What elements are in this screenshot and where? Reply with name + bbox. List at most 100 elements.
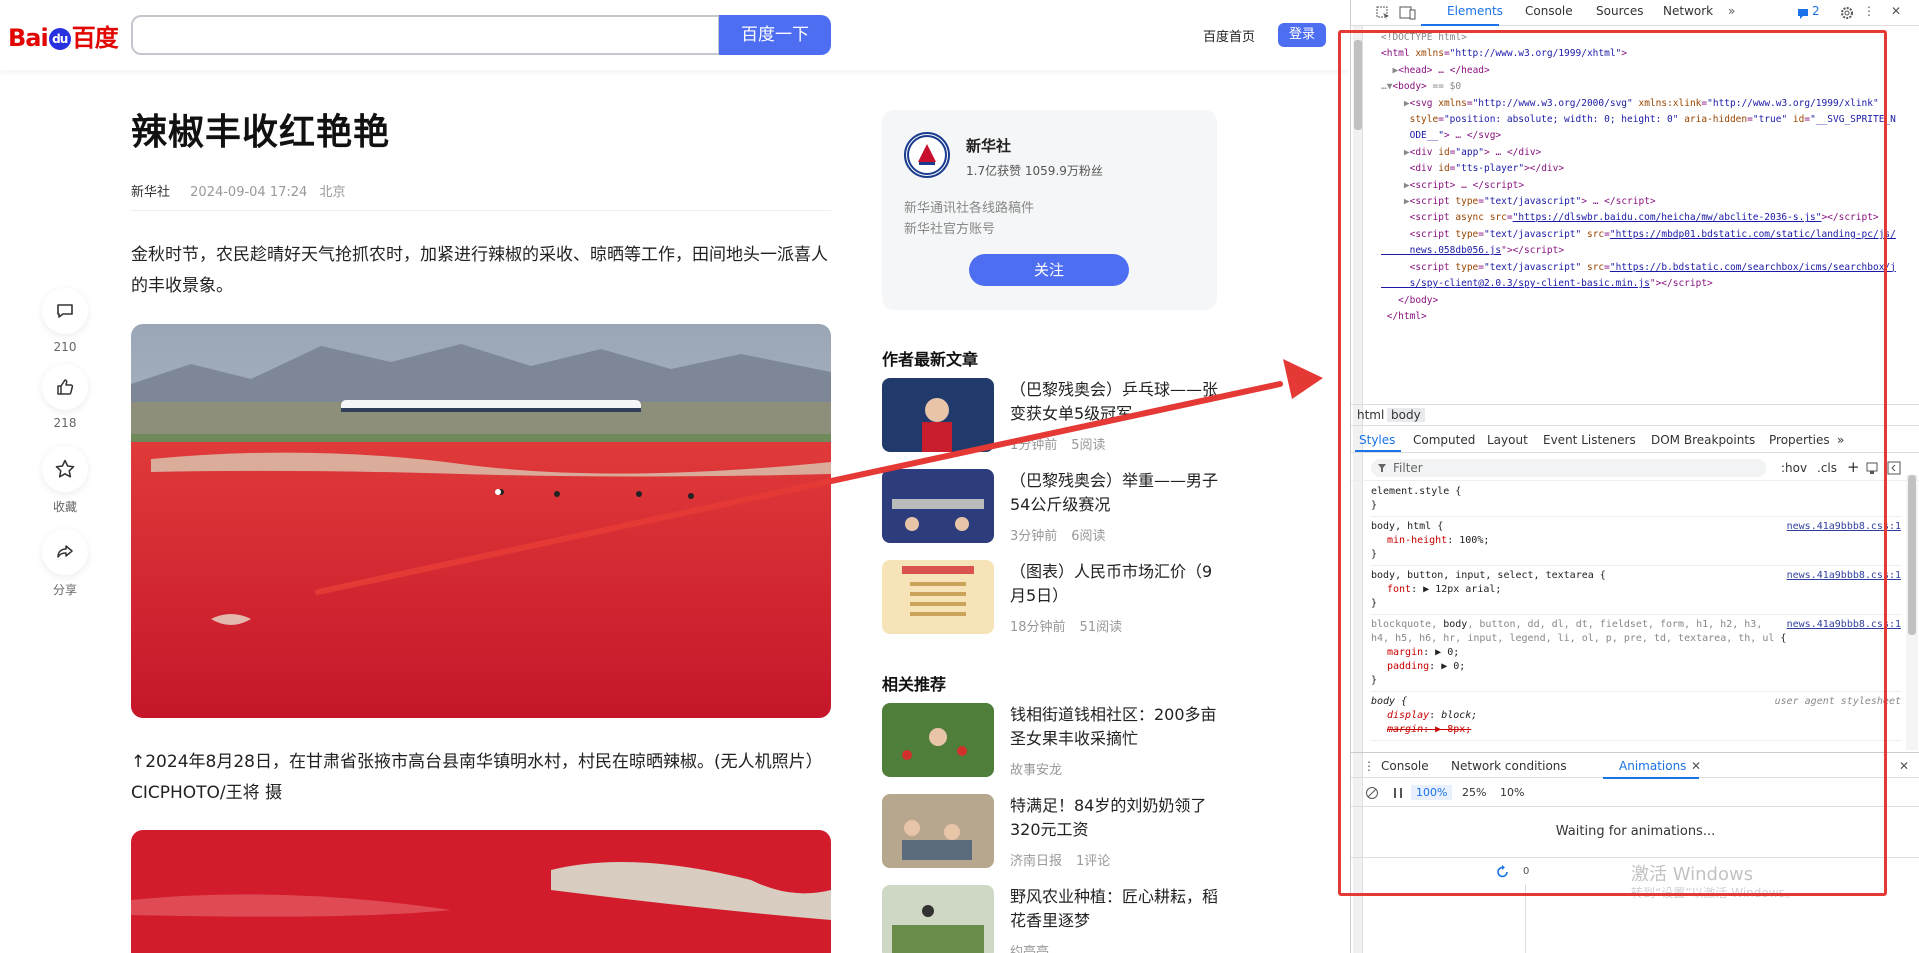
speed-25[interactable]: 25% (1457, 785, 1491, 800)
top-bar: Bai du 百度 百度一下 百度首页 登录 (0, 0, 1350, 70)
related-article-title[interactable]: 特满足！84岁的刘奶奶领了320元工资 (1010, 794, 1225, 842)
baidu-logo[interactable]: Bai du 百度 (8, 18, 119, 53)
latest-article-item[interactable]: （图表）人民币市场汇价（9月5日） 18分钟前 51阅读 (882, 560, 1227, 638)
related-article-title[interactable]: 野风农业种植：匠心耕耘，稻花香里逐梦 (1010, 885, 1225, 933)
close-drawer-icon[interactable]: ✕ (1899, 759, 1909, 773)
article-location: 北京 (319, 185, 346, 200)
related-recommend-title: 相关推荐 (882, 675, 947, 694)
article-thumbnail (882, 378, 994, 452)
computed-sidebar-icon[interactable] (1887, 461, 1901, 475)
search-input[interactable] (131, 15, 720, 55)
hov-toggle[interactable]: :hov (1781, 461, 1807, 475)
page-scrollbar[interactable] (1353, 26, 1363, 953)
latest-article-title[interactable]: （图表）人民币市场汇价（9月5日） (1010, 560, 1225, 608)
breadcrumb-html[interactable]: html (1357, 408, 1384, 422)
inspect-element-icon[interactable] (1375, 5, 1391, 21)
favorite-action[interactable]: 收藏 (42, 446, 88, 515)
article-paragraph: 金秋时节，农民趁晴好天气抢抓农时，加紧进行辣椒的采收、晾晒等工作，田间地头一派喜… (131, 245, 828, 296)
subtab-layout[interactable]: Layout (1487, 433, 1528, 447)
drawer-menu-icon[interactable]: ⋮ (1363, 759, 1375, 773)
issues-count[interactable]: 2 (1812, 4, 1820, 18)
css-source-link[interactable]: news.41a9bbb8.css:1 (1787, 520, 1901, 534)
subtab-computed[interactable]: Computed (1413, 433, 1475, 447)
drawer-tab-bar: ⋮ Console Network conditions Animations … (1351, 752, 1919, 779)
latest-article-title[interactable]: （巴黎残奥会）举重——男子54公斤级赛况 (1010, 469, 1225, 517)
latest-article-meta: 3分钟前 6阅读 (1010, 529, 1106, 544)
css-source-link[interactable]: news.41a9bbb8.css:1 (1787, 569, 1901, 583)
tab-sources[interactable]: Sources (1596, 4, 1643, 18)
styles-scrollbar-thumb[interactable] (1908, 475, 1916, 635)
related-article-item[interactable]: 特满足！84岁的刘奶奶领了320元工资 济南日报 1评论 (882, 794, 1227, 872)
color-format-icon[interactable] (1865, 461, 1879, 475)
css-rule-user-agent[interactable]: user agent stylesheet body {display: blo… (1371, 692, 1901, 741)
login-button[interactable]: 登录 (1278, 23, 1326, 47)
share-action[interactable]: 分享 (42, 529, 88, 598)
related-article-meta: 故事安龙 (1010, 763, 1063, 778)
latest-article-item[interactable]: （巴黎残奥会）举重——男子54公斤级赛况 3分钟前 6阅读 (882, 469, 1227, 547)
related-article-title[interactable]: 钱相街道钱相社区：200多亩圣女果丰收采摘忙 (1010, 703, 1225, 751)
search-button[interactable]: 百度一下 (719, 15, 831, 55)
like-button[interactable] (42, 364, 88, 410)
baidu-home-link[interactable]: 百度首页 (1203, 26, 1255, 45)
latest-article-meta: 1分钟前 5阅读 (1010, 438, 1106, 453)
drawer-tab-console[interactable]: Console (1381, 759, 1429, 773)
tab-network[interactable]: Network (1663, 4, 1713, 18)
author-avatar[interactable] (904, 132, 950, 178)
more-options-icon[interactable]: ⋮ (1863, 4, 1875, 18)
speed-10[interactable]: 10% (1495, 785, 1529, 800)
article-thumbnail (882, 703, 994, 777)
subtab-event-listeners[interactable]: Event Listeners (1543, 433, 1636, 447)
comment-action[interactable]: 210 (42, 288, 88, 354)
article-thumbnail (882, 794, 994, 868)
tab-elements[interactable]: Elements (1447, 4, 1503, 18)
follow-button[interactable]: 关注 (969, 254, 1129, 286)
css-rules-list[interactable]: element.style {} news.41a9bbb8.css:1 bod… (1371, 482, 1901, 741)
share-button[interactable] (42, 529, 88, 575)
subtab-styles[interactable]: Styles (1359, 433, 1395, 447)
latest-article-title[interactable]: （巴黎残奥会）乒乓球——张变获女单5级冠军 (1010, 378, 1225, 426)
replay-icon[interactable] (1495, 864, 1511, 880)
clear-animations-icon[interactable] (1365, 786, 1379, 800)
drawer-tab-network-conditions[interactable]: Network conditions (1451, 759, 1567, 773)
gear-icon[interactable] (1839, 5, 1855, 21)
new-rule-icon[interactable]: + (1847, 458, 1860, 476)
close-animations-tab-icon[interactable]: ✕ (1691, 759, 1701, 773)
favorite-button[interactable] (42, 446, 88, 492)
more-subtabs-icon[interactable]: » (1837, 433, 1844, 447)
share-icon (57, 545, 73, 558)
breadcrumb-body[interactable]: body (1387, 408, 1425, 422)
cls-toggle[interactable]: .cls (1817, 461, 1837, 475)
drawer-tab-animations[interactable]: Animations (1619, 759, 1686, 773)
article-source[interactable]: 新华社 (131, 185, 170, 200)
latest-article-item[interactable]: （巴黎残奥会）乒乓球——张变获女单5级冠军 1分钟前 5阅读 (882, 378, 1227, 456)
dom-tree[interactable]: <!DOCTYPE html> <html xmlns="http://www.… (1381, 30, 1916, 325)
styles-filter-input[interactable]: Filter (1371, 459, 1766, 477)
author-name[interactable]: 新华社 (966, 135, 1011, 156)
css-rule[interactable]: news.41a9bbb8.css:1 body, button, input,… (1371, 566, 1901, 615)
comment-button[interactable] (42, 288, 88, 334)
tab-console[interactable]: Console (1525, 4, 1573, 18)
filter-icon (1378, 464, 1386, 472)
more-tabs-icon[interactable]: » (1728, 4, 1735, 18)
scrollbar-thumb[interactable] (1354, 40, 1362, 130)
related-article-item[interactable]: 钱相街道钱相社区：200多亩圣女果丰收采摘忙 故事安龙 (882, 703, 1227, 781)
close-icon[interactable]: ✕ (1891, 4, 1901, 18)
like-action[interactable]: 218 (42, 364, 88, 430)
subtab-properties[interactable]: Properties (1769, 433, 1830, 447)
styles-scrollbar[interactable] (1906, 475, 1918, 750)
issues-icon[interactable] (1797, 8, 1809, 19)
article-photo-chili-field (131, 324, 831, 718)
speed-100[interactable]: 100% (1411, 785, 1453, 800)
share-label: 分享 (52, 583, 77, 597)
pause-all-icon[interactable] (1391, 786, 1405, 800)
subtab-dom-breakpoints[interactable]: DOM Breakpoints (1651, 433, 1755, 447)
related-article-item[interactable]: 野风农业种植：匠心耕耘，稻花香里逐梦 约亭亭 (882, 885, 1227, 953)
css-source-link[interactable]: news.41a9bbb8.css:1 (1787, 618, 1901, 632)
css-rule[interactable]: news.41a9bbb8.css:1 blockquote, body, bu… (1371, 615, 1901, 692)
device-toolbar-icon[interactable] (1399, 5, 1417, 21)
article-title: 辣椒丰收红艳艳 (131, 112, 391, 153)
css-rule[interactable]: news.41a9bbb8.css:1 body, html {min-heig… (1371, 517, 1901, 566)
css-rule-element-style[interactable]: element.style {} (1371, 482, 1901, 517)
waiting-for-animations: Waiting for animations... (1555, 824, 1716, 839)
user-agent-label: user agent stylesheet (1774, 696, 1901, 707)
